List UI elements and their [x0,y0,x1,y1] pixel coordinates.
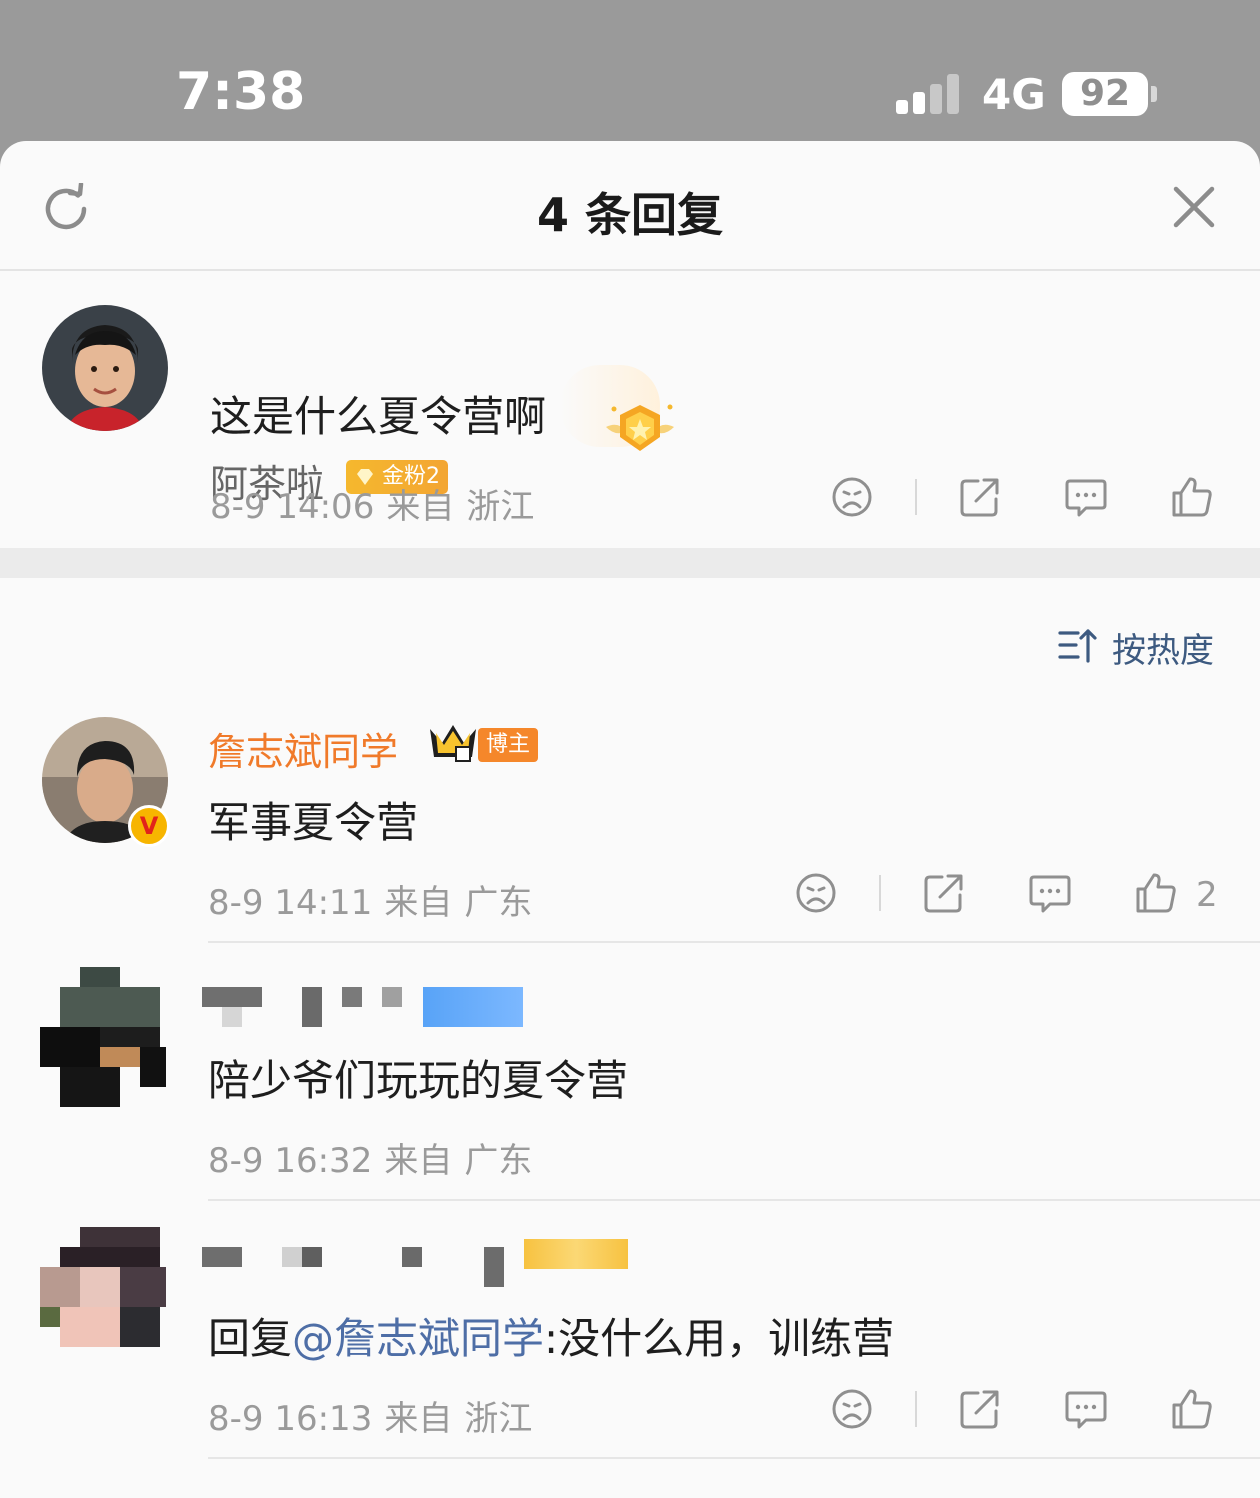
network-type: 4G [982,70,1046,119]
avatar[interactable] [42,305,168,431]
comment-date: 8-9 16:32 [208,1141,373,1181]
comment-meta: 8-9 16:32 来自 广东 [208,1133,544,1182]
status-time: 7:38 [176,62,306,122]
share-icon[interactable] [958,475,1002,519]
reply-prefix: 回复 [208,1314,293,1363]
comment-text: 这是什么夏令营啊 [210,392,547,441]
section-divider [0,548,1260,578]
comment-text: 回复@詹志斌同学:没什么用，训练营 [208,1305,894,1366]
comment-date: 8-9 16:13 [208,1399,373,1439]
username[interactable] [202,987,412,1027]
comment-from: 来自 [384,1141,453,1181]
reply-body: :没什么用，训练营 [544,1314,895,1363]
divider [879,875,881,911]
pixelated-avatar[interactable] [40,967,166,1107]
divider [915,1391,917,1427]
comment-location: 浙江 [466,487,535,527]
comment-location: 广东 [464,883,533,923]
sheet-title: 4 条回复 [536,188,724,242]
username[interactable]: 詹志斌同学 [208,721,398,776]
comment-from: 来自 [386,487,455,527]
close-icon[interactable] [1170,183,1218,231]
share-icon[interactable] [958,1387,1002,1431]
comment-from: 来自 [384,883,453,923]
mention-link[interactable]: @詹志斌同学 [292,1314,544,1363]
like-icon[interactable] [1134,871,1178,915]
comment-date: 8-9 14:06 [210,487,375,527]
pixelated-avatar[interactable] [40,1227,166,1357]
divider [915,479,917,515]
row-divider [208,1199,1260,1201]
battery-icon: 92 [1062,72,1148,116]
like-icon[interactable] [1170,1387,1214,1431]
status-bar: 7:38 4G 92 [0,0,1260,140]
dislike-icon[interactable] [830,475,874,519]
comment-meta: 8-9 14:06 来自 浙江 [210,479,546,528]
comment-icon[interactable] [1064,1387,1108,1431]
verified-badge-icon: V [128,805,170,847]
sort-label: 按热度 [1112,631,1214,671]
comment-icon[interactable] [1064,475,1108,519]
comment-date: 8-9 14:11 [208,883,373,923]
comment-text: 军事夏令营 [208,798,419,847]
comment-meta: 8-9 14:11 来自 广东 [208,875,544,924]
comment-from: 来自 [384,1399,453,1439]
share-icon[interactable] [922,871,966,915]
signal-icon [896,74,962,114]
comment-location: 浙江 [464,1399,533,1439]
reply-sheet: 4 条回复 阿茶啦 金粉2 这是什么夏令营啊 8-9 14:06 来自 浙江 按… [0,141,1260,1498]
fan-medal-icon [606,404,674,451]
like-count: 2 [1196,875,1218,915]
sort-icon [1058,629,1097,663]
dislike-icon[interactable] [830,1387,874,1431]
battery-tip [1151,86,1157,102]
crown-icon [430,725,476,762]
comment-location: 广东 [464,1141,533,1181]
pixelated-badge [524,1239,628,1269]
comment-meta: 8-9 16:13 来自 浙江 [208,1391,544,1440]
row-divider [208,941,1260,943]
username[interactable] [202,1247,504,1287]
like-icon[interactable] [1170,475,1214,519]
comment-text: 陪少爷们玩玩的夏令营 [208,1056,629,1105]
dislike-icon[interactable] [794,871,838,915]
row-divider [208,1457,1260,1459]
comment-icon[interactable] [1028,871,1072,915]
blogger-badge: 博主 [478,728,539,762]
pixelated-badge [423,987,523,1027]
sheet-header: 4 条回复 [0,141,1260,271]
